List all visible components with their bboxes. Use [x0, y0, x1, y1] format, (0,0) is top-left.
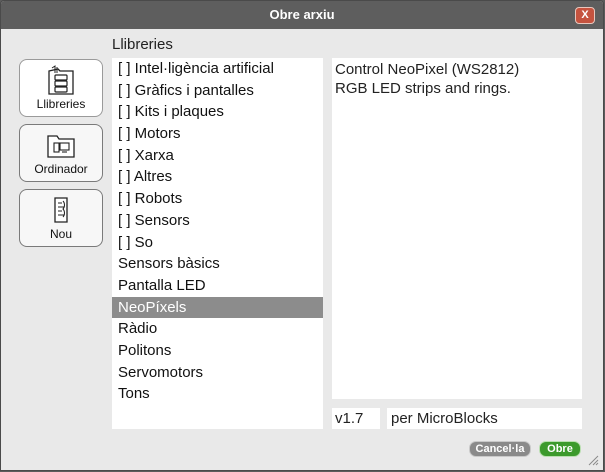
list-item[interactable]: Pantalla LED [112, 275, 323, 297]
cancel-button[interactable]: Cancel·la [469, 441, 531, 457]
list-item[interactable]: [ ] Motors [112, 123, 323, 145]
dialog-title: Obre arxiu [269, 7, 335, 22]
close-button[interactable]: X [575, 7, 595, 24]
list-item[interactable]: Politons [112, 340, 323, 362]
list-item[interactable]: Tons [112, 383, 323, 405]
description-pane: Control NeoPixel (WS2812) RGB LED strips… [332, 58, 582, 399]
list-item[interactable]: [ ] Intel·ligència artificial [112, 58, 323, 80]
list-item[interactable]: Servomotors [112, 362, 323, 384]
list-item[interactable]: [ ] Sensors [112, 210, 323, 232]
library-icon [48, 65, 74, 95]
list-item-selected[interactable]: NeoPíxels [112, 296, 323, 319]
description-line-2: RGB LED strips and rings. [335, 80, 511, 97]
new-button-label: Nou [49, 227, 72, 241]
list-item[interactable]: [ ] Xarxa [112, 145, 323, 167]
computer-folder-icon [47, 135, 75, 158]
list-item[interactable]: Sensors bàsics [112, 253, 323, 275]
section-label: Llibreries [112, 36, 173, 53]
list-item[interactable]: [ ] Gràfics i pantalles [112, 80, 323, 102]
resize-grip-icon[interactable] [587, 454, 599, 466]
new-file-icon [54, 197, 68, 223]
list-item[interactable]: [ ] Robots [112, 188, 323, 210]
library-list[interactable]: [ ] Intel·ligència artificial [ ] Gràfic… [112, 58, 323, 429]
list-item[interactable]: [ ] Altres [112, 166, 323, 188]
list-item[interactable]: Ràdio [112, 318, 323, 340]
new-button[interactable]: Nou [19, 189, 103, 247]
computer-button-label: Ordinador [34, 162, 88, 176]
description-line-1: Control NeoPixel (WS2812) [335, 61, 520, 78]
computer-button[interactable]: Ordinador [19, 124, 103, 182]
list-item[interactable]: [ ] Kits i plaques [112, 101, 323, 123]
author-field: per MicroBlocks [387, 408, 582, 429]
list-item[interactable]: [ ] So [112, 232, 323, 254]
libraries-button[interactable]: Llibreries [19, 59, 103, 117]
open-file-dialog: Obre arxiu X Llibreries Llibreries Ordin… [0, 0, 604, 471]
version-field: v1.7 [332, 408, 380, 429]
dialog-title-bar[interactable]: Obre arxiu [1, 1, 603, 29]
open-button[interactable]: Obre [539, 441, 581, 457]
libraries-button-label: Llibreries [36, 97, 86, 111]
